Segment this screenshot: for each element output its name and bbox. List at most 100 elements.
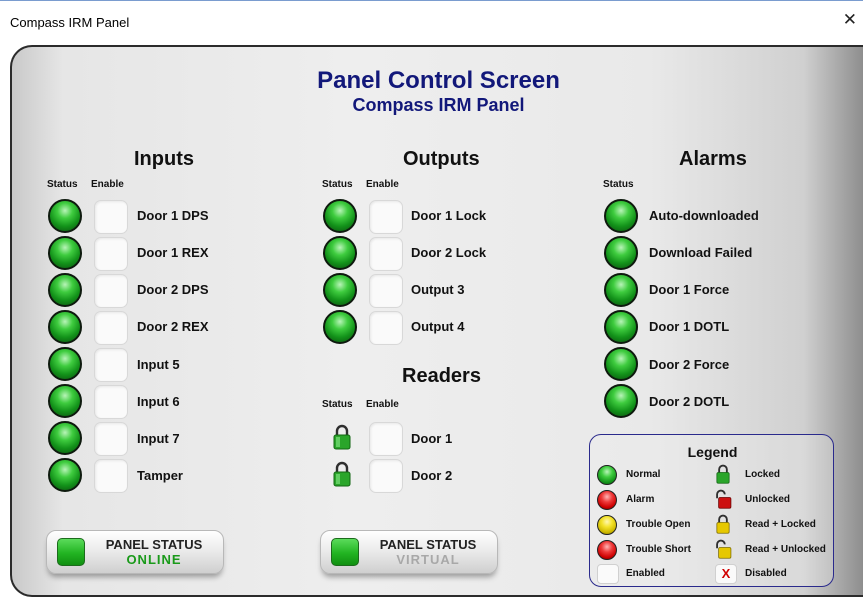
inputs-enable-head: Enable <box>91 179 124 190</box>
input-enable-checkbox[interactable] <box>94 422 128 456</box>
outputs-enable-head: Enable <box>366 179 399 190</box>
input-status-led <box>48 273 82 307</box>
input-label: Tamper <box>137 468 183 483</box>
read-unlocked-icon <box>716 539 732 559</box>
input-enable-checkbox[interactable] <box>94 459 128 493</box>
alarm-status-led <box>604 273 638 307</box>
alarm-label: Door 2 Force <box>649 357 730 372</box>
output-label: Door 1 Lock <box>411 208 487 223</box>
panel-status-virtual-button[interactable]: PANEL STATUS VIRTUAL <box>320 530 498 574</box>
output-enable-checkbox[interactable] <box>369 274 403 308</box>
inputs-status-head: Status <box>47 179 78 190</box>
unlocked-icon <box>716 489 732 509</box>
output-status-led <box>323 236 357 270</box>
panel-status-label: PANEL STATUS <box>379 537 477 552</box>
close-icon[interactable]: ✕ <box>843 11 857 28</box>
output-enable-checkbox[interactable] <box>369 237 403 271</box>
legend-read-unlocked-label: Read + Unlocked <box>745 544 826 555</box>
readers-status-head: Status <box>322 399 353 410</box>
input-status-led <box>48 347 82 381</box>
legend-title: Legend <box>687 444 738 460</box>
alarm-label: Door 1 DOTL <box>649 319 730 334</box>
window-titlebar: Compass IRM Panel ✕ <box>0 0 863 42</box>
input-label: Input 6 <box>137 394 180 409</box>
output-status-led <box>323 310 357 344</box>
reader-enable-checkbox[interactable] <box>369 459 403 493</box>
status-indicator-icon <box>331 538 359 566</box>
panel-status-value: VIRTUAL <box>396 552 460 567</box>
enabled-box-icon <box>597 564 619 584</box>
output-label: Door 2 Lock <box>411 245 487 260</box>
reader-label: Door 2 <box>411 468 453 483</box>
page-subtitle: Compass IRM Panel <box>352 95 525 115</box>
lock-icon <box>333 424 351 450</box>
input-enable-checkbox[interactable] <box>94 311 128 345</box>
input-enable-checkbox[interactable] <box>94 348 128 382</box>
panel-status-value: ONLINE <box>126 552 182 567</box>
legend-trouble-short-label: Trouble Short <box>626 544 691 555</box>
disabled-x-icon: X <box>715 564 737 584</box>
input-enable-checkbox[interactable] <box>94 200 128 234</box>
window-title: Compass IRM Panel <box>10 15 130 30</box>
alarm-label: Door 2 DOTL <box>649 394 730 409</box>
alarm-status-led <box>604 384 638 418</box>
alarms-status-head: Status <box>603 179 634 190</box>
status-indicator-icon <box>57 538 85 566</box>
alarm-status-led <box>604 347 638 381</box>
input-label: Door 1 REX <box>137 245 209 260</box>
legend-alarm-label: Alarm <box>626 494 655 505</box>
legend-unlocked-label: Unlocked <box>745 494 791 505</box>
input-label: Door 2 REX <box>137 319 209 334</box>
read-locked-icon <box>716 514 730 534</box>
input-label: Input 7 <box>137 431 180 446</box>
trouble-short-icon <box>597 540 617 560</box>
output-enable-checkbox[interactable] <box>369 311 403 345</box>
page-title: Panel Control Screen <box>317 67 560 94</box>
panel-status-online-button[interactable]: PANEL STATUS ONLINE <box>46 530 224 574</box>
output-label: Output 4 <box>411 319 465 334</box>
alarm-status-led <box>604 236 638 270</box>
alarm-status-led <box>604 199 638 233</box>
panel-control-screen: Panel Control Screen Compass IRM Panel I… <box>10 45 863 597</box>
input-status-led <box>48 310 82 344</box>
input-status-led <box>48 458 82 492</box>
readers-enable-head: Enable <box>366 399 399 410</box>
input-label: Door 1 DPS <box>137 208 209 223</box>
legend-normal-label: Normal <box>626 469 661 480</box>
input-enable-checkbox[interactable] <box>94 274 128 308</box>
legend-read-locked-label: Read + Locked <box>745 519 816 530</box>
alarm-label: Auto-downloaded <box>649 208 759 223</box>
legend-trouble-open-label: Trouble Open <box>626 519 691 530</box>
input-label: Door 2 DPS <box>137 282 209 297</box>
legend-enabled-label: Enabled <box>626 568 665 579</box>
output-enable-checkbox[interactable] <box>369 200 403 234</box>
input-status-led <box>48 384 82 418</box>
lock-icon <box>333 461 351 487</box>
input-status-led <box>48 236 82 270</box>
legend-locked-label: Locked <box>745 469 781 480</box>
input-enable-checkbox[interactable] <box>94 385 128 419</box>
legend-disabled-label: Disabled <box>745 568 787 579</box>
input-enable-checkbox[interactable] <box>94 237 128 271</box>
readers-title: Readers <box>402 365 481 387</box>
alarms-title: Alarms <box>679 148 747 170</box>
panel-status-label: PANEL STATUS <box>105 537 203 552</box>
input-status-led <box>48 421 82 455</box>
output-status-led <box>323 199 357 233</box>
inputs-title: Inputs <box>134 148 194 170</box>
outputs-title: Outputs <box>403 148 480 170</box>
alarm-label: Door 1 Force <box>649 282 730 297</box>
alarm-label: Download Failed <box>649 245 753 260</box>
outputs-status-head: Status <box>322 179 353 190</box>
locked-icon <box>716 464 730 484</box>
output-label: Output 3 <box>411 282 465 297</box>
alarm-status-icon <box>597 490 617 510</box>
output-status-led <box>323 273 357 307</box>
input-label: Input 5 <box>137 357 180 372</box>
input-status-led <box>48 199 82 233</box>
trouble-open-icon <box>597 515 617 535</box>
legend-box: Legend Normal Alarm Trouble Open Trouble… <box>589 434 834 587</box>
alarm-status-led <box>604 310 638 344</box>
reader-label: Door 1 <box>411 431 453 446</box>
reader-enable-checkbox[interactable] <box>369 422 403 456</box>
